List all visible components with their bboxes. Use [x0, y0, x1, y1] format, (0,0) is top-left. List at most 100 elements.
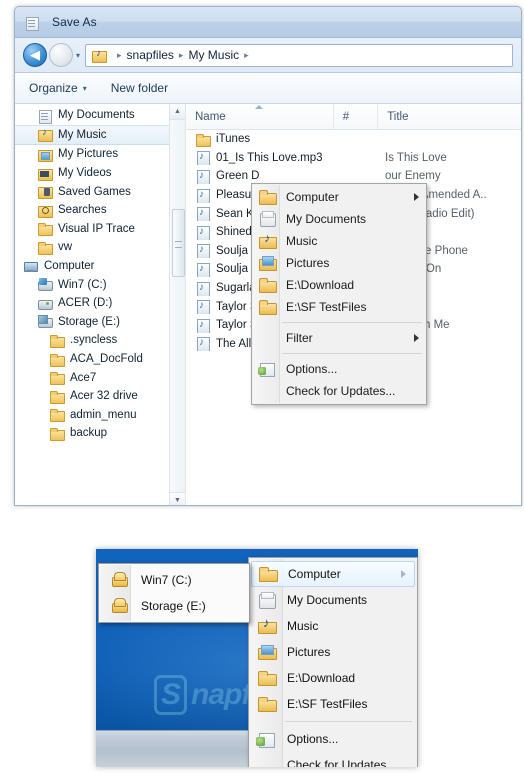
desktop-menu-item-label: My Documents [287, 593, 368, 607]
dialog-body: My Documents My Music My Pictures My Videos… [15, 104, 521, 505]
drive-item-storage-e[interactable]: Storage (E:) [99, 593, 249, 619]
column-header-title[interactable]: Title [378, 104, 521, 129]
tree-item-label: Acer 32 drive [70, 390, 138, 403]
drive-icon [37, 296, 53, 311]
address-bar: ◀ ▾ ▸ snapfiles ▸ My Music ▸ [15, 38, 521, 73]
table-row[interactable]: 01_Is This Love.mp3 Is This Love [186, 149, 521, 168]
menu-item-pictures[interactable]: Pictures [252, 252, 426, 274]
tree-item-label: Visual IP Trace [58, 222, 135, 235]
organize-button[interactable]: Organize ▾ [29, 81, 87, 95]
desktop-menu-item-label: Music [287, 619, 319, 633]
menu-item-e-download[interactable]: E:\Download [252, 274, 426, 296]
mp3-file-icon [195, 262, 211, 277]
new-folder-label: New folder [110, 81, 169, 95]
menu-item-e-sf-testfiles[interactable]: E:\SF TestFiles [252, 296, 426, 318]
breadcrumb-item-snapfiles[interactable]: snapfiles [127, 48, 174, 62]
nav-scrollbar[interactable]: ▲ ▼ [169, 104, 185, 505]
tree-item-storage-e[interactable]: Storage (E:) [15, 313, 185, 332]
drive-shortcut-icon [109, 597, 131, 615]
desktop-menu-item-options[interactable]: Options... [249, 726, 417, 752]
music-folder-icon [255, 615, 279, 635]
desktop-menu-item-computer[interactable]: Computer [251, 561, 415, 587]
folder-icon [49, 407, 65, 423]
scroll-up-button[interactable]: ▲ [170, 104, 185, 120]
mp3-file-icon [195, 299, 211, 315]
menu-item-label: Pictures [286, 256, 330, 270]
menu-item-computer[interactable]: Computer [252, 186, 426, 208]
sort-ascending-icon [255, 105, 264, 109]
desktop-menu-item-check-updates[interactable]: Check for Updates... [249, 752, 417, 767]
videos-folder-icon [37, 166, 53, 181]
tree-item-my-videos[interactable]: My Videos [15, 164, 185, 183]
desktop-menu-separator-1 [285, 721, 412, 722]
folder-tree: My Documents My Music My Pictures My Videos… [15, 104, 185, 443]
folder-icon [49, 370, 65, 386]
menu-item-updates-label: Check for Updates... [286, 384, 396, 398]
menu-item-options[interactable]: Options... [252, 358, 426, 380]
tree-item-my-documents[interactable]: My Documents [15, 106, 185, 125]
tree-item-admin-menu[interactable]: admin_menu [15, 406, 185, 425]
tree-item-my-pictures[interactable]: My Pictures [15, 145, 185, 164]
menu-item-filter[interactable]: Filter [252, 327, 426, 349]
watermark-badge: S [154, 675, 188, 715]
title-bar: Save As [15, 7, 521, 38]
column-title-label: Title [387, 110, 409, 123]
tree-item-ace7[interactable]: Ace7 [15, 368, 185, 387]
column-header-number[interactable]: # [334, 104, 379, 129]
table-row[interactable]: iTunes [186, 130, 521, 149]
music-folder-icon [37, 127, 53, 143]
desktop-menu-item-pictures[interactable]: Pictures [249, 639, 417, 665]
scroll-down-button[interactable]: ▼ [170, 492, 185, 505]
tree-item-aca-docfold[interactable]: ACA_DocFold [15, 350, 185, 369]
file-name-label: Pleasur [216, 189, 255, 202]
scrollbar-grip-icon [175, 241, 182, 248]
tree-item-syncless[interactable]: .syncless [15, 331, 185, 350]
tree-item-label: Ace7 [70, 371, 97, 384]
new-folder-button[interactable]: New folder [111, 81, 168, 95]
desktop-menu-item-e-download[interactable]: E:\Download [249, 665, 417, 691]
window-title: Save As [52, 15, 97, 29]
tree-item-label: My Videos [58, 167, 112, 180]
tree-item-backup[interactable]: backup [15, 424, 185, 443]
file-name-cell: iTunes [195, 132, 345, 147]
desktop-menu-item-music[interactable]: Music [249, 613, 417, 639]
tree-item-label: My Pictures [58, 148, 119, 161]
menu-item-my-documents[interactable]: My Documents [252, 208, 426, 230]
column-name-label: Name [195, 110, 226, 123]
file-name-label: The All- [216, 337, 255, 350]
tree-item-win7-c[interactable]: Win7 (C:) [15, 275, 185, 294]
tree-item-saved-games[interactable]: Saved Games [15, 182, 185, 201]
desktop-menu-item-e-sf-testfiles[interactable]: E:\SF TestFiles [249, 691, 417, 717]
menu-item-check-updates[interactable]: Check for Updates... [252, 380, 426, 402]
tree-item-acer-32-drive[interactable]: Acer 32 drive [15, 387, 185, 406]
updates-icon [257, 383, 278, 399]
tree-item-visual-ip-trace[interactable]: Visual IP Trace [15, 220, 185, 239]
drive-item-win7-c[interactable]: Win7 (C:) [99, 567, 249, 593]
column-header-name[interactable]: Name [186, 104, 334, 129]
back-button[interactable]: ◀ [23, 43, 47, 67]
folder-icon [257, 277, 278, 293]
tree-item-my-music[interactable]: My Music [15, 124, 185, 146]
mp3-file-icon [195, 188, 211, 203]
save-as-dialog: Save As ◀ ▾ ▸ snapfiles ▸ My Music ▸ Org… [14, 6, 522, 506]
menu-item-music[interactable]: Music [252, 230, 426, 252]
menu-separator-2 [282, 353, 422, 354]
breadcrumb-item-my-music[interactable]: My Music [188, 48, 239, 62]
desktop-menu-item-my-documents[interactable]: My Documents [249, 587, 417, 613]
tree-item-vw[interactable]: vw [15, 238, 185, 257]
desktop-menu-item-label: Computer [288, 567, 341, 581]
forward-button[interactable] [49, 43, 73, 67]
tree-item-searches[interactable]: Searches [15, 201, 185, 220]
tree-item-acer-d[interactable]: ACER (D:) [15, 294, 185, 313]
mp3-file-icon [195, 336, 211, 352]
breadcrumb[interactable]: ▸ snapfiles ▸ My Music ▸ [85, 43, 513, 67]
file-name-label: Green D [216, 170, 260, 183]
scrollbar-thumb[interactable] [172, 209, 185, 277]
menu-item-label: Music [286, 234, 318, 248]
tree-item-computer[interactable]: Computer [15, 257, 185, 276]
desktop-menu-item-label: E:\Download [287, 671, 356, 685]
network-drive-icon [37, 314, 53, 329]
history-dropdown-icon[interactable]: ▾ [76, 51, 80, 60]
menu-item-label: Computer [286, 190, 339, 204]
drive-submenu: Win7 (C:) Storage (E:) [98, 563, 250, 623]
